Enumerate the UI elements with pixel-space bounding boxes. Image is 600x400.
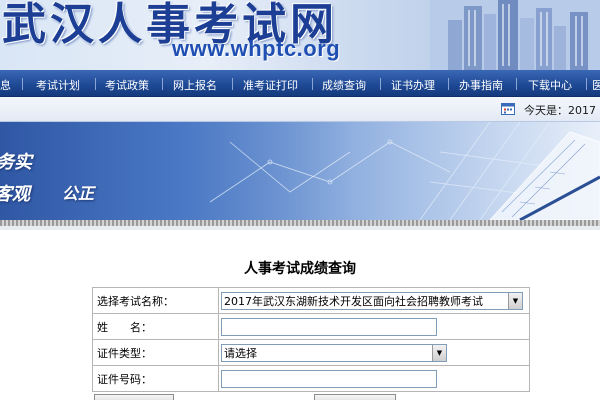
nav-item-exam-policy[interactable]: 考试政策: [105, 77, 149, 93]
form-row-id-number: 证件号码：: [92, 365, 530, 392]
nav-item-medical[interactable]: 医: [592, 77, 600, 93]
form-row-name: 姓 名：: [92, 313, 530, 340]
site-url: www.whptc.org: [172, 36, 341, 61]
decorative-band: [0, 226, 600, 230]
nav-item-certificate[interactable]: 证书办理: [391, 77, 435, 93]
id-number-label: 证件号码：: [92, 365, 219, 392]
city-skyline-graphic: [430, 0, 600, 70]
exam-name-label: 选择考试名称：: [92, 287, 219, 314]
chevron-down-icon[interactable]: ▼: [432, 344, 446, 361]
today-date-label: 今天是：2017: [524, 104, 596, 117]
name-cell: [218, 313, 530, 340]
nav-separator: [22, 78, 23, 90]
nav-separator: [162, 78, 163, 90]
nav-item-download-center[interactable]: 下载中心: [528, 77, 572, 93]
slogan-objective: 客观: [0, 184, 30, 205]
score-query-title: 人事考试成绩查询: [244, 261, 356, 277]
nav-item-online-registration[interactable]: 网上报名: [173, 77, 217, 93]
exam-name-select[interactable]: 2017年武汉东湖新技术开发区面向社会招聘教师考试 ▼: [221, 291, 523, 310]
exam-name-cell: 2017年武汉东湖新技术开发区面向社会招聘教师考试 ▼: [218, 287, 530, 314]
nav-separator: [95, 78, 96, 90]
slogan-fair: 公正: [62, 184, 95, 203]
nav-separator: [586, 78, 587, 90]
exam-name-selected: 2017年武汉东湖新技术开发区面向社会招聘教师考试: [224, 294, 483, 308]
date-bar: 今天是：2017: [0, 97, 600, 122]
form-row-id-type: 证件类型： 请选择 ▼: [92, 339, 530, 366]
calendar-icon: [501, 103, 515, 115]
score-query-form: 选择考试名称： 2017年武汉东湖新技术开发区面向社会招聘教师考试 ▼ 姓 名：…: [92, 287, 530, 392]
sub-banner: 务实 客观 公正: [0, 122, 600, 220]
reset-button[interactable]: [314, 394, 396, 400]
id-type-cell: 请选择 ▼: [218, 339, 530, 366]
id-type-selected: 请选择: [224, 346, 257, 360]
blueprint-graphic: [190, 122, 600, 220]
form-row-exam-name: 选择考试名称： 2017年武汉东湖新技术开发区面向社会招聘教师考试 ▼: [92, 287, 530, 314]
nav-item-score-query[interactable]: 成绩查询: [322, 77, 366, 93]
nav-separator: [232, 78, 233, 90]
nav-separator: [516, 78, 517, 90]
id-number-cell: [218, 365, 530, 392]
name-label: 姓 名：: [92, 313, 219, 340]
site-banner: 武汉人事考试网 www.whptc.org: [0, 0, 600, 70]
nav-separator: [312, 78, 313, 90]
chevron-down-icon[interactable]: ▼: [508, 292, 522, 309]
id-type-label: 证件类型：: [92, 339, 219, 366]
query-button[interactable]: [94, 394, 174, 400]
nav-item-admission-ticket[interactable]: 准考证打印: [243, 77, 298, 93]
nav-item-info[interactable]: 息: [0, 77, 11, 93]
nav-item-exam-plan[interactable]: 考试计划: [36, 77, 80, 93]
id-type-select[interactable]: 请选择 ▼: [221, 343, 447, 362]
nav-separator: [380, 78, 381, 90]
slogan-pragmatic: 务实: [0, 152, 32, 173]
nav-separator: [448, 78, 449, 90]
nav-item-service-guide[interactable]: 办事指南: [459, 77, 503, 93]
name-input[interactable]: [221, 317, 437, 336]
main-nav: 息 考试计划 考试政策 网上报名 准考证打印 成绩查询 证书办理 办事指南 下载…: [0, 70, 600, 97]
id-number-input[interactable]: [221, 369, 437, 388]
